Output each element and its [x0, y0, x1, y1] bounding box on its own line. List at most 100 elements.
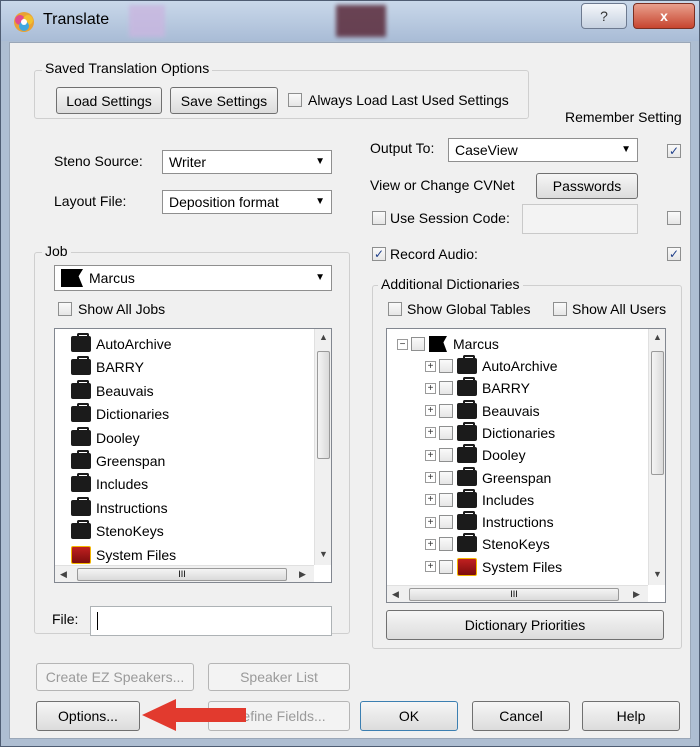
tree-checkbox[interactable]: [439, 492, 453, 507]
job-select[interactable]: Marcus ▼: [54, 265, 332, 291]
tree-checkbox[interactable]: [439, 381, 453, 396]
dictionary-tree-vscroll[interactable]: ▲ ▼: [648, 329, 665, 585]
job-list-item[interactable]: BARRY: [71, 356, 144, 378]
dictionary-tree-item[interactable]: + Dooley: [425, 444, 526, 466]
scroll-thumb[interactable]: III: [77, 568, 287, 581]
dictionary-tree-item[interactable]: + Instructions: [425, 511, 554, 533]
speaker-list-button[interactable]: Speaker List: [208, 663, 350, 691]
job-list-item[interactable]: Includes: [71, 473, 148, 495]
scroll-thumb[interactable]: [317, 351, 330, 459]
expand-icon[interactable]: +: [425, 449, 436, 461]
briefcase-icon: [71, 356, 91, 376]
session-code-remember-checkbox[interactable]: [667, 211, 681, 225]
show-all-users-label: Show All Users: [572, 301, 667, 317]
scroll-down-icon[interactable]: ▼: [653, 569, 662, 579]
job-list-item[interactable]: System Files: [71, 544, 176, 566]
chevron-down-icon: ▼: [315, 272, 325, 283]
job-list-item[interactable]: AutoArchive: [71, 333, 171, 355]
tree-checkbox[interactable]: [439, 537, 453, 552]
expand-icon[interactable]: +: [425, 427, 436, 439]
scroll-thumb[interactable]: [651, 351, 664, 475]
tree-checkbox[interactable]: [411, 337, 425, 351]
scroll-left-icon[interactable]: ◀: [392, 589, 399, 600]
show-all-jobs-checkbox[interactable]: [58, 302, 72, 316]
output-to-remember-checkbox[interactable]: ✓: [667, 144, 681, 158]
scroll-up-icon[interactable]: ▲: [653, 332, 662, 342]
dictionary-tree-item[interactable]: + BARRY: [425, 377, 530, 399]
tree-checkbox[interactable]: [439, 559, 453, 574]
session-code-checkbox[interactable]: [372, 211, 386, 225]
always-load-checkbox[interactable]: [288, 93, 302, 107]
dictionary-tree-item[interactable]: + AutoArchive: [425, 355, 557, 377]
dictionary-tree-item-label: Greenspan: [482, 469, 552, 486]
job-list-item-label: StenoKeys: [96, 523, 164, 540]
output-to-select[interactable]: CaseView ▼: [448, 138, 638, 162]
dictionary-tree-item[interactable]: + Dictionaries: [425, 421, 555, 444]
tree-root[interactable]: − Marcus: [397, 333, 499, 355]
record-audio-checkbox[interactable]: ✓: [372, 247, 386, 261]
expand-icon[interactable]: +: [425, 405, 436, 417]
scroll-down-icon[interactable]: ▼: [319, 549, 328, 559]
dictionary-tree-item[interactable]: + Beauvais: [425, 399, 540, 422]
cancel-button[interactable]: Cancel: [472, 701, 570, 731]
help-title-button[interactable]: ?: [581, 3, 627, 29]
expand-icon[interactable]: +: [425, 561, 436, 573]
show-all-users-checkbox[interactable]: [553, 302, 567, 316]
job-list-item[interactable]: StenoKeys: [71, 520, 164, 542]
job-list-item-label: Beauvais: [96, 382, 154, 399]
options-button[interactable]: Options...: [36, 701, 140, 731]
expand-icon[interactable]: +: [425, 382, 436, 394]
job-list-item[interactable]: Beauvais: [71, 379, 154, 402]
job-list-item[interactable]: Dooley: [71, 426, 140, 449]
file-field[interactable]: [90, 606, 332, 636]
dictionary-tree-item[interactable]: + System Files: [425, 556, 562, 578]
tree-checkbox[interactable]: [439, 359, 453, 373]
job-list-item[interactable]: Greenspan: [71, 450, 165, 472]
passwords-button[interactable]: Passwords: [536, 173, 638, 199]
session-code-field[interactable]: [522, 204, 638, 234]
dictionary-tree-item[interactable]: + Includes: [425, 488, 534, 511]
job-list-hscroll[interactable]: ◀ III ▶: [55, 565, 314, 582]
job-list-item-label: Dictionaries: [96, 406, 170, 423]
layout-file-select[interactable]: Deposition format ▼: [162, 190, 332, 214]
expand-icon[interactable]: +: [425, 538, 436, 550]
dictionary-tree[interactable]: − Marcus + AutoArchive + BARRY + Beauvais + Dic…: [386, 328, 666, 603]
window-title: Translate: [43, 11, 110, 28]
load-settings-button[interactable]: Load Settings: [56, 87, 162, 114]
dialog-client-area: Saved Translation Options Load Settings …: [9, 42, 691, 739]
expand-icon[interactable]: +: [425, 472, 436, 483]
dictionary-tree-item[interactable]: + StenoKeys: [425, 533, 550, 555]
create-ez-speakers-button[interactable]: Create EZ Speakers...: [36, 663, 194, 691]
show-global-tables-checkbox[interactable]: [388, 302, 402, 316]
tree-checkbox[interactable]: [439, 515, 453, 530]
expand-icon[interactable]: +: [425, 494, 436, 506]
tree-checkbox[interactable]: [439, 448, 453, 463]
scroll-left-icon[interactable]: ◀: [60, 569, 67, 580]
dictionary-tree-hscroll[interactable]: ◀ III ▶: [387, 585, 648, 602]
scroll-thumb[interactable]: III: [409, 588, 619, 601]
tree-checkbox[interactable]: [439, 403, 453, 418]
dictionary-priorities-button[interactable]: Dictionary Priorities: [386, 610, 664, 640]
ok-button[interactable]: OK: [360, 701, 458, 731]
save-settings-button[interactable]: Save Settings: [170, 87, 278, 114]
scroll-right-icon[interactable]: ▶: [299, 569, 306, 580]
dictionary-tree-item[interactable]: + Greenspan: [425, 466, 552, 489]
collapse-icon[interactable]: −: [397, 338, 408, 350]
expand-icon[interactable]: +: [425, 360, 436, 372]
tree-checkbox[interactable]: [439, 470, 453, 485]
title-bar[interactable]: Translate ? x: [1, 1, 699, 41]
scroll-right-icon[interactable]: ▶: [633, 589, 640, 600]
tree-checkbox[interactable]: [439, 425, 453, 440]
blurred-region: [336, 5, 386, 37]
job-list[interactable]: AutoArchive BARRY Beauvais Dictionaries Dool…: [54, 328, 332, 583]
job-list-vscroll[interactable]: ▲ ▼: [314, 329, 331, 565]
record-audio-remember-checkbox[interactable]: ✓: [667, 247, 681, 261]
scroll-up-icon[interactable]: ▲: [319, 332, 328, 342]
help-button[interactable]: Help: [582, 701, 680, 731]
steno-source-select[interactable]: Writer ▼: [162, 150, 332, 174]
close-button[interactable]: x: [633, 3, 695, 29]
job-list-item[interactable]: Instructions: [71, 496, 168, 519]
expand-icon[interactable]: +: [425, 516, 436, 528]
job-list-item[interactable]: Dictionaries: [71, 403, 169, 425]
briefcase-icon: [457, 399, 477, 419]
